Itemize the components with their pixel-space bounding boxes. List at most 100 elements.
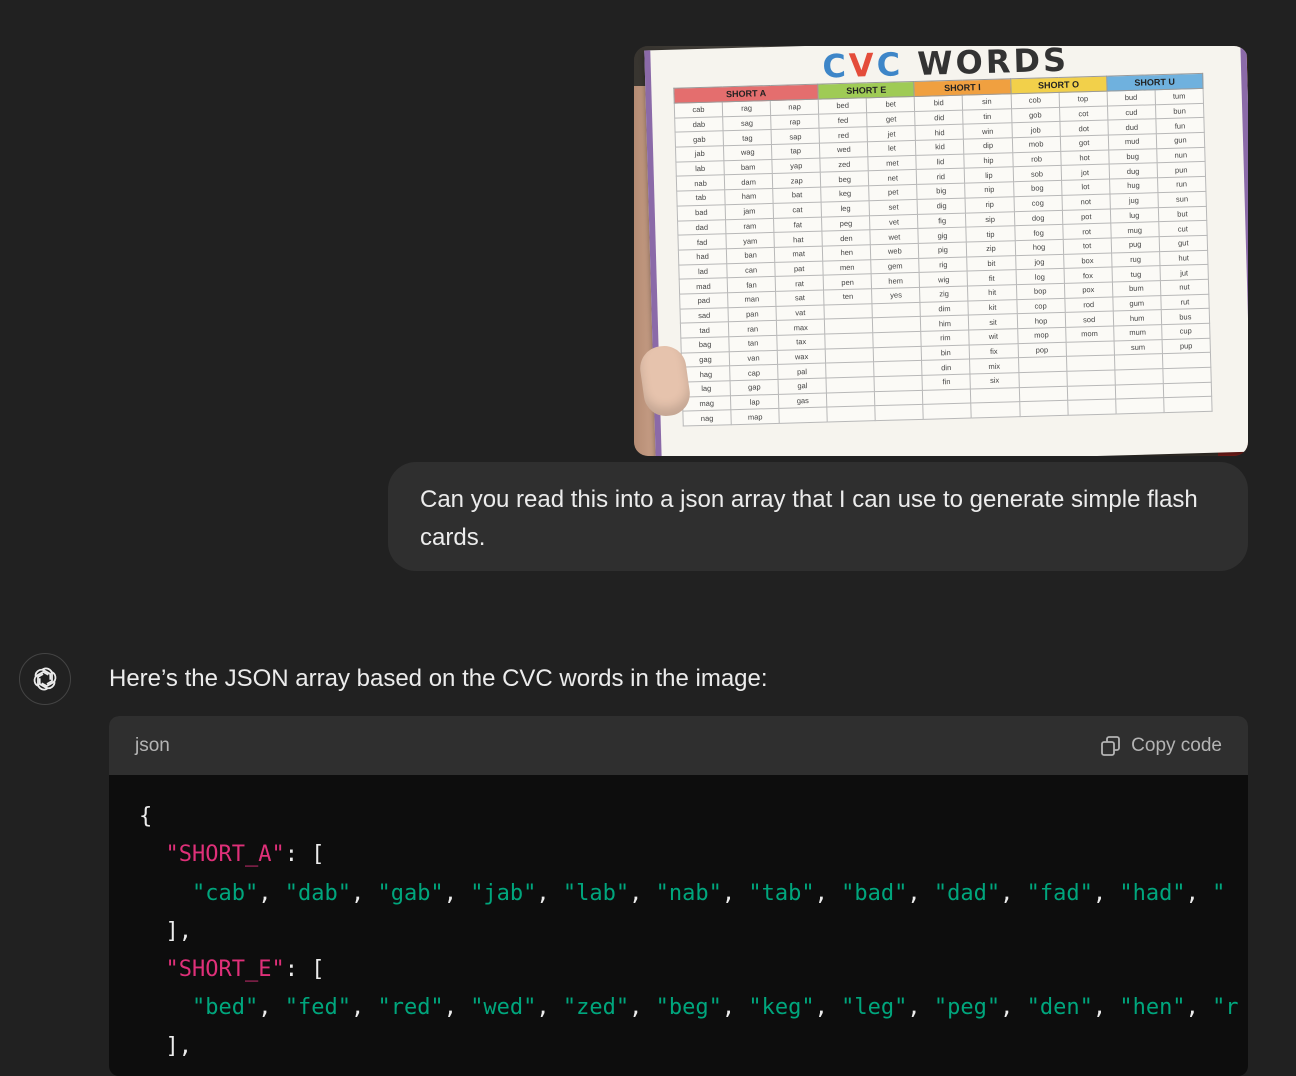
table-cell: zap [772, 172, 821, 189]
code-string-token: "hen" [1119, 995, 1186, 1021]
table-cell: sod [1064, 311, 1114, 328]
table-cell: max [776, 319, 826, 336]
table-cell: log [1015, 268, 1065, 285]
copy-icon [1101, 735, 1121, 756]
table-cell [1018, 371, 1067, 388]
table-cell: fun [1155, 117, 1205, 134]
table-cell: pox [1064, 281, 1113, 298]
table-cell [1115, 383, 1164, 400]
table-cell: tug [1111, 265, 1161, 282]
code-string-token: "bad" [841, 880, 908, 906]
table-cell: nab [676, 175, 725, 192]
table-cell: cop [1016, 297, 1065, 314]
table-cell [825, 362, 875, 379]
table-cell: leg [821, 200, 870, 217]
table-cell: can [726, 261, 776, 279]
code-content[interactable]: { "SHORT_A": [ "cab", "dab", "gab", "jab… [109, 775, 1248, 1066]
table-cell [824, 303, 873, 320]
table-cell: fan [727, 276, 776, 293]
table-cell [1019, 400, 1068, 417]
table-cell: get [866, 111, 916, 128]
assistant-intro-text: Here’s the JSON array based on the CVC w… [109, 665, 768, 692]
table-cell: mad [679, 278, 728, 295]
table-cell: bam [723, 159, 773, 176]
code-string-token: "peg" [933, 995, 1001, 1021]
table-cell: red [819, 127, 868, 144]
table-cell [1065, 340, 1115, 357]
table-cell: vet [869, 213, 919, 230]
table-cell: beg [820, 171, 869, 188]
table-cell: pat [774, 260, 824, 277]
table-cell: mag [682, 395, 731, 412]
table-cell: dud [1107, 119, 1157, 136]
table-cell: pup [1161, 337, 1211, 355]
table-cell: bad [677, 204, 726, 221]
copy-code-button[interactable]: Copy code [1100, 735, 1222, 757]
table-cell [1066, 384, 1116, 401]
table-cell: web [870, 243, 920, 260]
table-cell: tab [676, 189, 726, 206]
table-cell: cab [674, 101, 723, 118]
table-cell: kit [968, 299, 1017, 316]
table-cell: cap [729, 364, 779, 381]
table-cell [1114, 368, 1164, 385]
table-cell: lot [1061, 179, 1110, 196]
table-cell: tap [771, 143, 821, 160]
code-string-token: "r [1212, 995, 1239, 1021]
table-cell: pig [918, 241, 968, 258]
table-cell: pot [1062, 208, 1111, 225]
table-cell: hut [1159, 249, 1208, 266]
table-cell: zed [820, 156, 869, 173]
table-cell [827, 406, 876, 423]
table-cell: fad [677, 233, 727, 250]
table-cell: lad [678, 263, 728, 280]
table-cell: cud [1107, 104, 1156, 121]
code-string-token: "nab" [655, 880, 722, 906]
table-cell: mug [1110, 221, 1159, 238]
table-cell: bum [1112, 280, 1161, 297]
table-cell: nut [1160, 279, 1209, 296]
code-array-open-a: : [ [284, 842, 325, 868]
table-cell [1162, 352, 1211, 369]
table-cell: yam [726, 232, 775, 249]
table-cell: gal [778, 378, 827, 395]
code-string-token: "gab" [377, 880, 444, 906]
table-cell: rip [965, 196, 1014, 213]
uploaded-image[interactable]: CVC WORDS SHORT A SHORT E SHORT I SHORT O SH… [634, 46, 1248, 456]
table-cell: ran [728, 320, 777, 337]
table-cell [826, 391, 876, 408]
table-cell: nag [682, 410, 732, 427]
code-string-token: "jab" [470, 880, 537, 906]
table-cell: wag [723, 144, 773, 161]
table-cell: tan [728, 335, 778, 352]
table-cell: cob [1010, 92, 1060, 109]
table-cell: pop [1017, 342, 1067, 359]
table-cell [872, 316, 922, 333]
code-string-token: " [1212, 880, 1226, 906]
table-cell: gem [871, 257, 920, 274]
table-cell: bet [866, 96, 915, 113]
table-cell: fig [917, 212, 967, 229]
table-cell: job [1011, 121, 1060, 138]
table-cell [970, 387, 1020, 404]
table-cell: mix [970, 358, 1019, 375]
table-cell: tax [776, 334, 826, 351]
table-cell: gum [1112, 295, 1162, 312]
table-cell: bun [1155, 103, 1204, 120]
table-cell: bus [1161, 308, 1210, 325]
table-cell: him [920, 315, 970, 332]
table-cell: bug [1108, 148, 1157, 165]
table-cell: nip [965, 181, 1014, 198]
table-cell: let [867, 140, 917, 157]
table-cell: sap [771, 128, 820, 145]
worksheet-paper: CVC WORDS SHORT A SHORT E SHORT I SHORT O SH… [644, 46, 1248, 456]
table-cell: big [917, 183, 966, 200]
table-cell [872, 302, 921, 319]
table-cell: had [678, 248, 727, 265]
table-cell: bin [921, 344, 971, 361]
table-cell: bud [1106, 89, 1156, 106]
table-cell: bit [967, 255, 1016, 272]
table-cell [825, 347, 874, 364]
table-cell: zip [966, 240, 1016, 257]
table-cell: six [970, 372, 1019, 389]
